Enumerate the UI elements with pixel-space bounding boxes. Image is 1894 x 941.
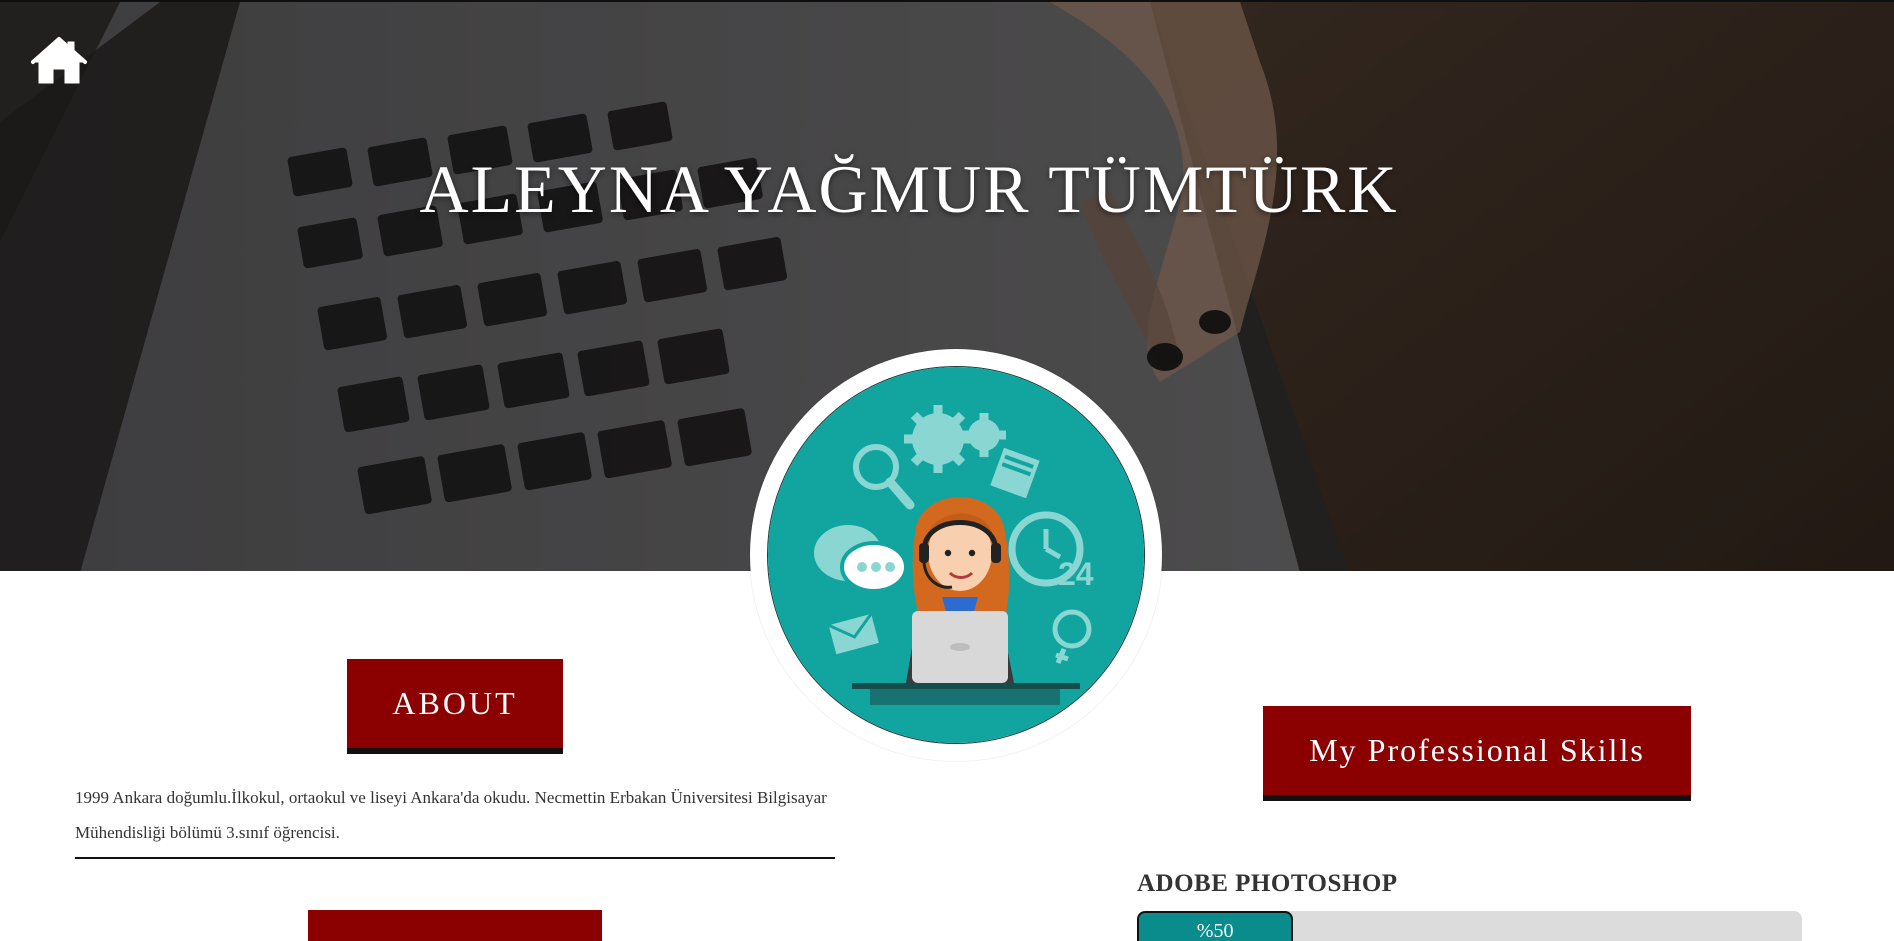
avatar: 24 [767, 366, 1145, 744]
next-section-button[interactable] [308, 910, 602, 941]
about-divider [75, 857, 835, 859]
about-heading-button[interactable]: ABOUT [347, 659, 563, 754]
skill-progress-fill: %50 [1137, 911, 1294, 941]
svg-text:24: 24 [1058, 556, 1094, 592]
skills-heading-button[interactable]: My Professional Skills [1263, 706, 1691, 801]
support-agent-figure [906, 497, 1014, 683]
hero-title: ALEYNA YAĞMUR TÜMTÜRK [419, 151, 1399, 227]
skill-name: ADOBE PHOTOSHOP [1137, 870, 1398, 897]
profile-page: ALEYNA YAĞMUR TÜMTÜRK 24 ABOUT 1999 Anka… [0, 0, 1894, 941]
home-icon[interactable] [30, 36, 88, 86]
skill-progress-track: %50 [1137, 911, 1802, 941]
customer-support-illustration: 24 [768, 367, 1144, 743]
about-text: 1999 Ankara doğumlu.İlkokul, ortaokul ve… [75, 788, 827, 842]
